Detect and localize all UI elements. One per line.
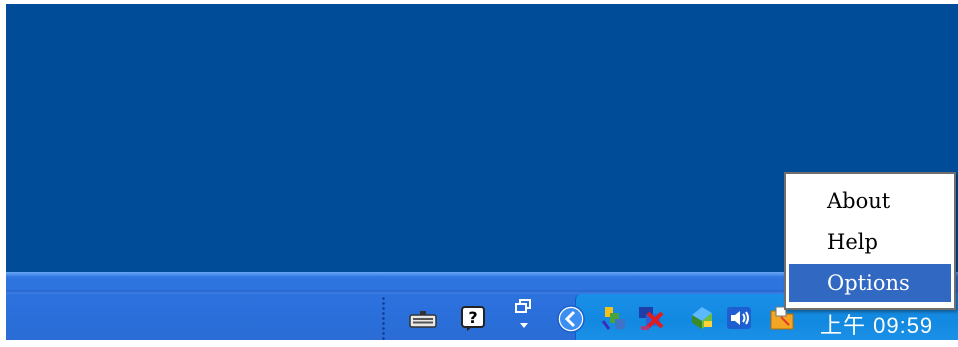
- menu-item-about[interactable]: About: [789, 182, 951, 220]
- keyboard-icon[interactable]: [406, 306, 440, 332]
- svg-text:?: ?: [468, 308, 477, 327]
- menu-item-help[interactable]: Help: [789, 223, 951, 261]
- clock[interactable]: 上午 09:59: [820, 308, 933, 340]
- menu-item-options[interactable]: Options: [789, 264, 951, 302]
- network-icon[interactable]: [598, 302, 630, 334]
- toolbar-grip[interactable]: [382, 296, 385, 340]
- screen: ? 上午 09:59 About Help Options: [0, 0, 958, 347]
- tray-app-icon[interactable]: [686, 302, 718, 334]
- tray-context-menu: About Help Options: [784, 172, 956, 310]
- help-icon[interactable]: ?: [458, 303, 488, 333]
- restore-window-icon[interactable]: [512, 296, 536, 336]
- volume-icon[interactable]: [725, 304, 755, 332]
- security-alert-icon[interactable]: [634, 302, 666, 334]
- show-hidden-icons-chevron-icon[interactable]: [554, 302, 588, 336]
